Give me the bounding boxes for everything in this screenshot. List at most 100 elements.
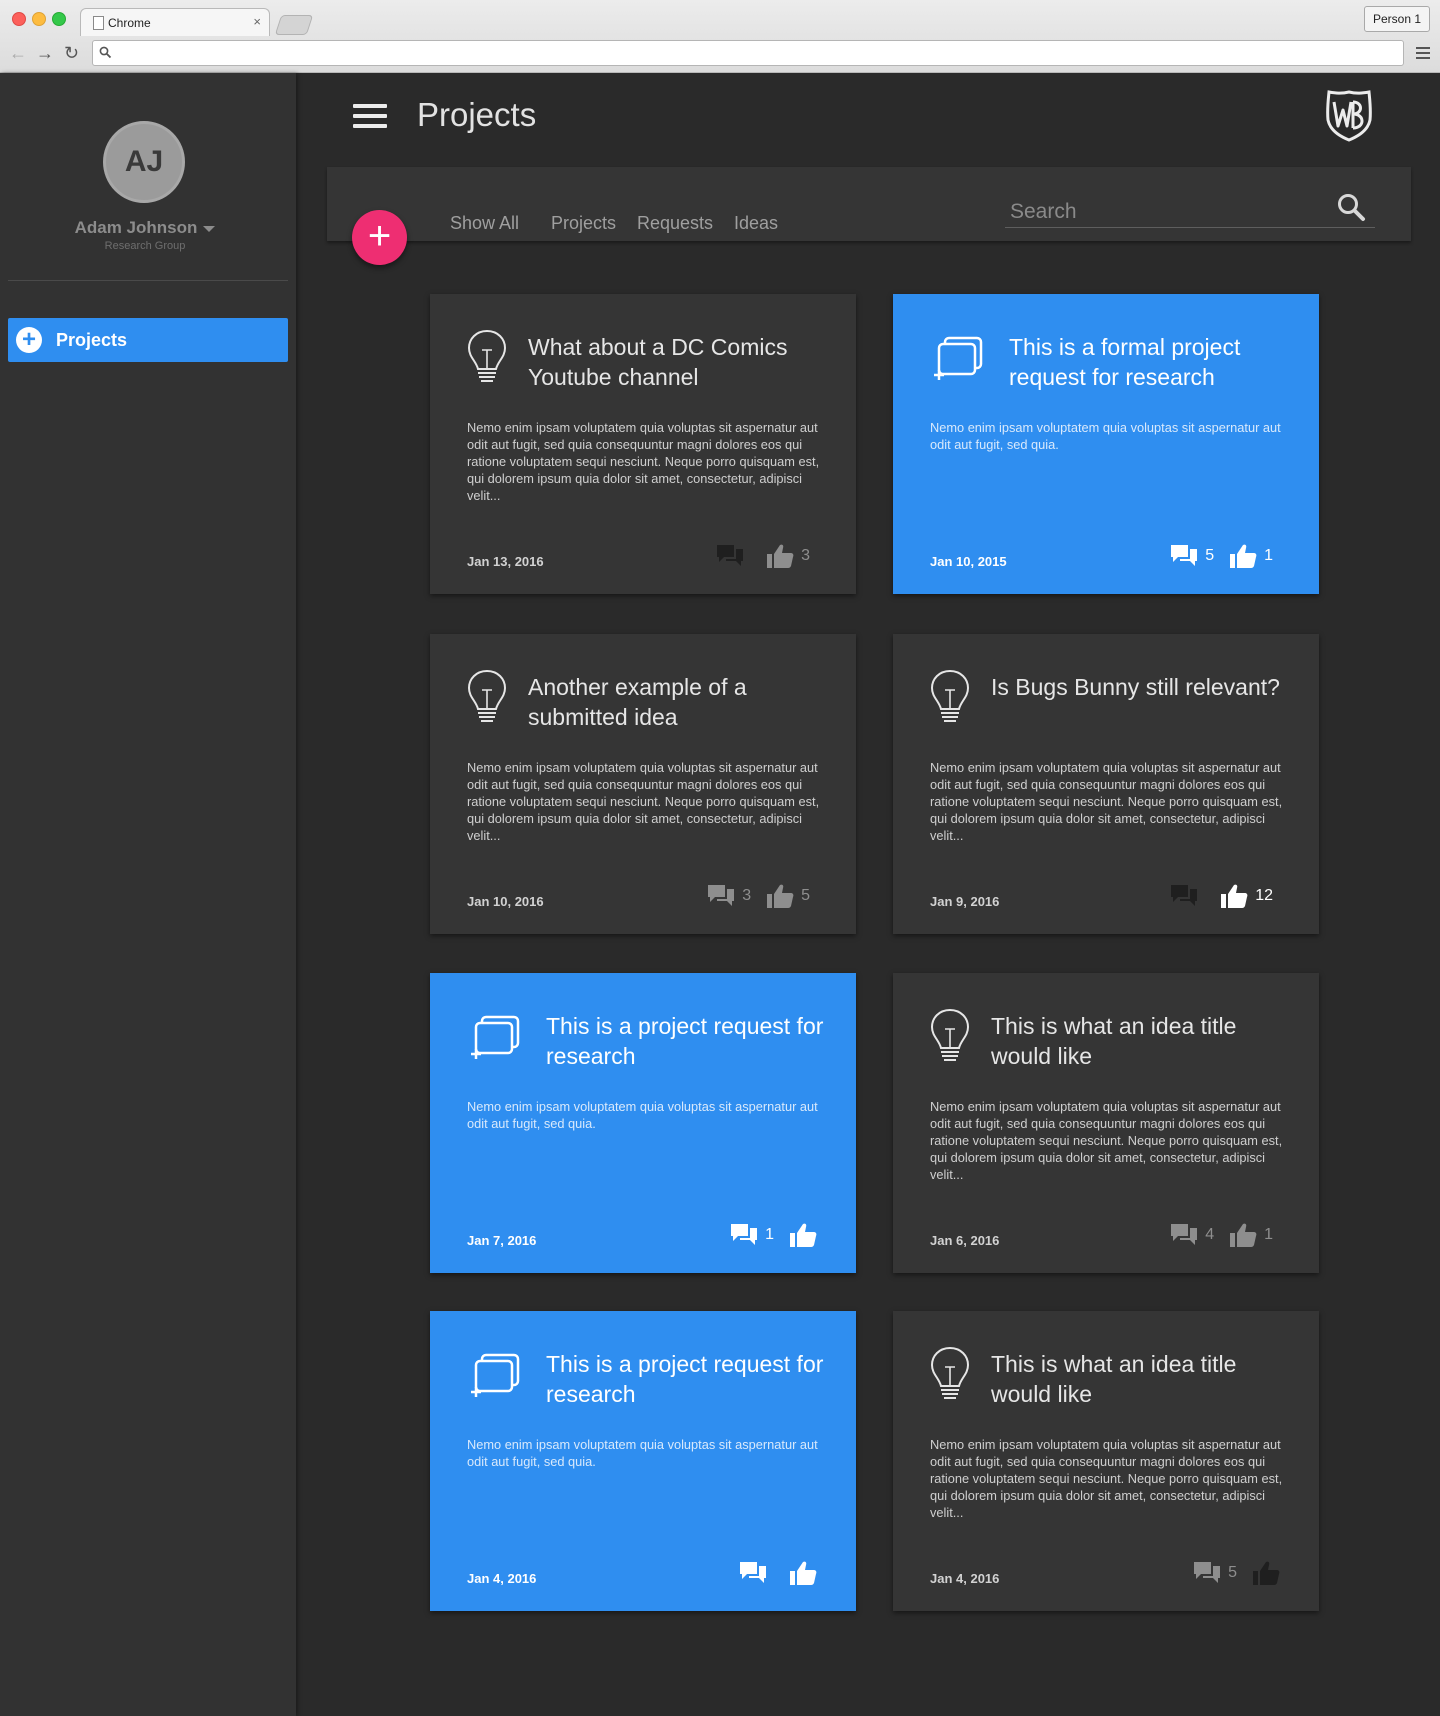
like-count: 1 bbox=[1264, 1226, 1273, 1243]
lightbulb-icon bbox=[466, 328, 508, 393]
avatar[interactable]: AJ bbox=[103, 121, 185, 203]
comment-count: 3 bbox=[742, 887, 752, 904]
browser-menu-icon[interactable] bbox=[1416, 47, 1430, 62]
comment-icon[interactable] bbox=[1192, 1559, 1222, 1587]
minimize-window-button[interactable] bbox=[32, 12, 46, 26]
card-title: This is a formal project request for res… bbox=[1009, 334, 1241, 390]
lightbulb-icon bbox=[929, 668, 971, 733]
sidebar-item-label: Projects bbox=[56, 330, 128, 350]
like-count: 3 bbox=[801, 547, 810, 564]
idea-card[interactable]: Is Bugs Bunny still relevant? Nemo enim … bbox=[893, 634, 1319, 934]
comment-icon[interactable] bbox=[706, 882, 736, 910]
user-name: Adam Johnson bbox=[74, 218, 198, 237]
project-request-card[interactable]: This is a formal project request for res… bbox=[893, 294, 1319, 594]
card-description: Nemo enim ipsam voluptatem quia voluptas… bbox=[467, 760, 820, 843]
tab-show-all[interactable]: Show All bbox=[450, 213, 519, 234]
tab-projects[interactable]: Projects bbox=[551, 213, 616, 234]
card-meta: 4 1 bbox=[1169, 1221, 1287, 1249]
thumbs-up-icon[interactable] bbox=[788, 1559, 818, 1587]
card-meta: 5 1 bbox=[1169, 542, 1287, 570]
card-date: Jan 7, 2016 bbox=[467, 1233, 537, 1248]
card-date: Jan 6, 2016 bbox=[930, 1233, 1000, 1248]
back-arrow-icon[interactable]: ← bbox=[9, 43, 27, 64]
comment-icon[interactable] bbox=[1169, 542, 1199, 570]
card-description: Nemo enim ipsam voluptatem quia voluptas… bbox=[467, 1437, 818, 1469]
tab-title: Chrome bbox=[108, 16, 151, 30]
caret-down-icon bbox=[203, 225, 216, 232]
card-title: Is Bugs Bunny still relevant? bbox=[991, 674, 1280, 700]
comment-icon[interactable] bbox=[729, 1221, 759, 1249]
card-meta: 3 bbox=[715, 542, 824, 570]
idea-card[interactable]: This is what an idea title would like Ne… bbox=[893, 1311, 1319, 1611]
sidebar-divider bbox=[8, 280, 288, 281]
tab-ideas[interactable]: Ideas bbox=[734, 213, 778, 234]
search-icon bbox=[99, 46, 112, 59]
project-request-card[interactable]: This is a project request for research N… bbox=[430, 1311, 856, 1611]
plus-circle-icon: + bbox=[16, 327, 42, 353]
like-count: 5 bbox=[801, 887, 810, 904]
card-description: Nemo enim ipsam voluptatem quia voluptas… bbox=[467, 1099, 818, 1131]
thumbs-up-icon[interactable] bbox=[765, 542, 795, 570]
thumbs-up-icon[interactable] bbox=[1219, 882, 1249, 910]
wb-shield-logo bbox=[1326, 90, 1372, 142]
like-count: 1 bbox=[1264, 547, 1273, 564]
user-menu[interactable]: Adam Johnson bbox=[0, 218, 290, 238]
profile-button[interactable]: Person 1 bbox=[1363, 6, 1430, 32]
sidebar: AJ Adam Johnson Research Group + Project… bbox=[0, 73, 296, 1716]
comment-count: 5 bbox=[1228, 1564, 1237, 1581]
search-input[interactable] bbox=[1005, 196, 1375, 228]
card-date: Jan 10, 2015 bbox=[930, 554, 1007, 569]
thumbs-up-icon[interactable] bbox=[1251, 1559, 1281, 1587]
browser-toolbar: Chrome × Person 1 ← → ↻ bbox=[0, 0, 1440, 73]
card-date: Jan 13, 2016 bbox=[467, 554, 544, 569]
thumbs-up-icon[interactable] bbox=[1228, 1221, 1258, 1249]
menu-icon[interactable] bbox=[353, 104, 387, 134]
thumbs-up-icon[interactable] bbox=[788, 1221, 818, 1249]
project-request-card[interactable]: This is a project request for research N… bbox=[430, 973, 856, 1273]
card-date: Jan 4, 2016 bbox=[467, 1571, 537, 1586]
card-title: This is what an idea title would like bbox=[991, 1013, 1237, 1069]
page-title: Projects bbox=[417, 96, 537, 133]
browser-tab[interactable]: Chrome × bbox=[80, 8, 270, 36]
card-title: What about a DC Comics Youtube channel bbox=[528, 334, 788, 390]
card-title: Another example of a submitted idea bbox=[528, 674, 747, 730]
reload-icon[interactable]: ↻ bbox=[64, 43, 79, 64]
idea-card[interactable]: This is what an idea title would like Ne… bbox=[893, 973, 1319, 1273]
thumbs-up-icon[interactable] bbox=[765, 882, 795, 910]
card-title: This is a project request for research bbox=[546, 1351, 824, 1407]
idea-card[interactable]: What about a DC Comics Youtube channel N… bbox=[430, 294, 856, 594]
lightbulb-icon bbox=[929, 1345, 971, 1410]
zoom-window-button[interactable] bbox=[52, 12, 66, 26]
card-description: Nemo enim ipsam voluptatem quia voluptas… bbox=[930, 420, 1281, 452]
tab-requests[interactable]: Requests bbox=[637, 213, 713, 234]
user-group: Research Group bbox=[104, 240, 186, 252]
card-meta: 1 bbox=[729, 1221, 824, 1249]
search-icon[interactable] bbox=[1336, 192, 1366, 222]
comment-icon[interactable] bbox=[1169, 882, 1199, 910]
card-description: Nemo enim ipsam voluptatem quia voluptas… bbox=[467, 420, 820, 503]
project-request-icon bbox=[468, 1351, 524, 1404]
comment-icon[interactable] bbox=[715, 542, 745, 570]
tab-close-icon[interactable]: × bbox=[253, 14, 261, 29]
sidebar-item-projects[interactable]: + Projects bbox=[8, 318, 288, 362]
thumbs-up-icon[interactable] bbox=[1228, 542, 1258, 570]
comment-count: 4 bbox=[1205, 1226, 1215, 1243]
address-bar[interactable] bbox=[92, 40, 1404, 66]
project-request-icon bbox=[468, 1013, 524, 1066]
card-description: Nemo enim ipsam voluptatem quia voluptas… bbox=[930, 760, 1283, 843]
idea-card[interactable]: Another example of a submitted idea Nemo… bbox=[430, 634, 856, 934]
close-window-button[interactable] bbox=[12, 12, 26, 26]
forward-arrow-icon[interactable]: → bbox=[36, 43, 54, 64]
lightbulb-icon bbox=[929, 1007, 971, 1072]
page-icon bbox=[93, 16, 104, 30]
comment-icon[interactable] bbox=[1169, 1221, 1199, 1249]
add-button[interactable]: + bbox=[352, 210, 407, 265]
comment-icon[interactable] bbox=[738, 1559, 768, 1587]
card-date: Jan 10, 2016 bbox=[467, 894, 544, 909]
card-date: Jan 9, 2016 bbox=[930, 894, 1000, 909]
card-meta bbox=[738, 1559, 824, 1587]
new-tab-button[interactable] bbox=[274, 15, 314, 35]
card-meta: 3 5 bbox=[706, 882, 824, 910]
card-meta: 12 bbox=[1169, 882, 1287, 910]
card-description: Nemo enim ipsam voluptatem quia voluptas… bbox=[930, 1099, 1283, 1182]
